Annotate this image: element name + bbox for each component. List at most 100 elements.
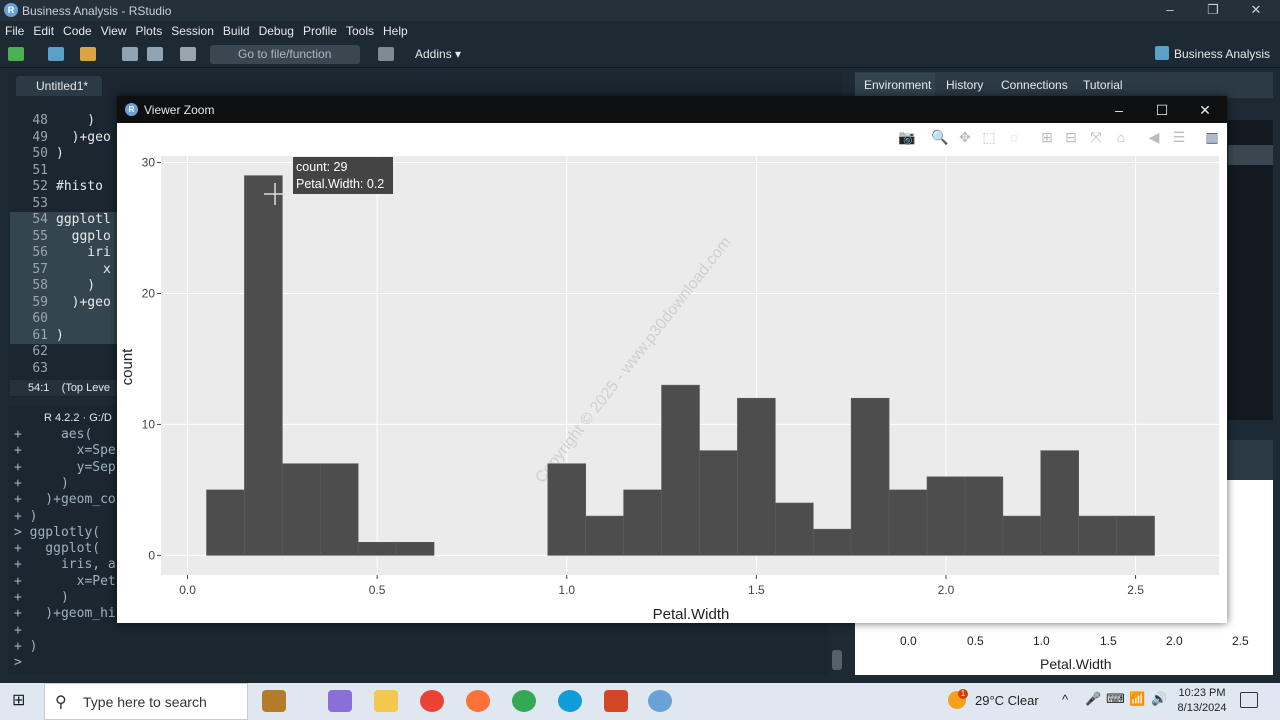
editor-tab-untitled1[interactable]: Untitled1* [16,76,102,96]
histogram-bar[interactable] [623,489,662,556]
menu-build[interactable]: Build [218,21,254,38]
new-file-icon[interactable] [8,47,24,61]
tooltip-petal-width: Petal.Width: 0.2 [296,177,385,191]
taskbar-search-input[interactable]: Type here to search [44,683,248,720]
code-line[interactable]: 58 ) [10,278,120,295]
chrome-icon[interactable] [420,690,444,712]
console-scrollbar[interactable] [832,650,842,670]
show-hidden-icons-icon[interactable]: ^ [1062,692,1068,707]
powerpoint-icon[interactable] [604,690,628,712]
histogram-bar[interactable] [206,489,245,556]
menu-file[interactable]: File [0,21,28,38]
volume-icon[interactable]: 🔊 [1151,691,1167,707]
histogram-bar[interactable] [964,476,1004,556]
histogram-bar[interactable] [812,528,852,556]
histogram-bar[interactable] [699,450,738,556]
weather-widget[interactable]: 29°C Clear [975,693,1039,708]
code-line[interactable]: 63 [10,361,120,378]
viewer-close-button[interactable]: ✕ [1193,101,1217,119]
code-line[interactable]: 56 iri [10,245,120,262]
tab-history[interactable]: History [946,78,983,92]
menu-debug[interactable]: Debug [254,21,298,38]
copilot-icon[interactable] [328,690,352,712]
mini-plot-xlabel: Petal.Width [1040,656,1112,672]
addins-button[interactable]: Addins ▾ [415,47,461,61]
menu-code[interactable]: Code [58,21,96,38]
tab-connections[interactable]: Connections [1001,78,1068,92]
save-icon[interactable] [122,47,138,61]
goto-file-input[interactable]: Go to file/function [210,45,360,64]
tab-environment[interactable]: Environment [864,78,931,92]
code-line[interactable]: 59 )+geo [10,294,120,311]
menu-plots[interactable]: Plots [131,21,167,38]
histogram-bar[interactable] [775,502,814,556]
histogram-bar[interactable] [395,541,435,556]
wifi-icon[interactable]: 📶 [1129,691,1145,707]
histogram-bar[interactable] [357,541,397,556]
code-line[interactable]: 54 ggplotl [10,212,120,229]
code-line[interactable]: 60 [10,311,120,328]
firefox-icon[interactable] [466,690,490,712]
mini-plot-tick: 0.5 [967,634,984,648]
code-line[interactable]: 53 [10,196,120,213]
new-project-icon[interactable] [48,47,64,61]
histogram-bar[interactable] [244,175,283,556]
minimize-button[interactable]: – [1160,2,1180,18]
code-line[interactable]: 62 [10,344,120,361]
histogram-plot[interactable]: Copyright © 2025 - www.p30download.com 0… [117,123,1227,623]
scope-indicator[interactable]: (Top Leve [62,382,110,394]
close-button[interactable]: ✕ [1246,2,1266,18]
viewer-minimize-button[interactable]: – [1107,101,1131,119]
menu-view[interactable]: View [96,21,131,38]
code-line[interactable]: 52 #histo [10,179,120,196]
windows-start-icon[interactable]: ⊞ [12,692,30,710]
code-line[interactable]: 61) [10,327,120,344]
microphone-icon[interactable]: 🎤 [1085,691,1101,707]
histogram-bar[interactable] [926,476,966,556]
histogram-bar[interactable] [585,515,624,556]
line-number: 54 [32,212,48,227]
network-icon[interactable]: ⌨ [1106,691,1125,707]
edge-icon[interactable] [558,690,582,712]
histogram-bar[interactable] [319,463,359,556]
menu-tools[interactable]: Tools [341,21,378,38]
menu-edit[interactable]: Edit [28,21,58,38]
histogram-bar[interactable] [737,397,776,556]
save-all-icon[interactable] [147,47,163,61]
code-line[interactable]: 48 ) [10,113,120,130]
histogram-bar[interactable] [282,463,321,556]
taskbar-clock[interactable]: 10:23 PM 8/13/2024 [1177,686,1227,716]
tab-tutorial[interactable]: Tutorial [1083,78,1123,92]
console-line: > [14,655,22,671]
histogram-bar[interactable] [661,384,700,556]
menu-help[interactable]: Help [378,21,412,38]
viewer-maximize-button[interactable]: ☐ [1150,101,1174,119]
console-line: + ggplot( [14,541,101,557]
histogram-bar[interactable] [1002,515,1042,556]
histogram-bar[interactable] [1116,515,1155,556]
restore-button[interactable]: ❐ [1203,2,1223,18]
histogram-bar[interactable] [1040,450,1079,556]
code-line[interactable]: 55 ggplo [10,228,120,245]
histogram-bar[interactable] [1078,515,1117,556]
line-number: 61 [32,327,48,343]
menu-profile[interactable]: Profile [298,21,341,38]
notifications-icon[interactable] [1240,692,1258,708]
print-icon[interactable] [180,47,196,61]
code-text: ggplo [56,228,111,244]
file-explorer-icon[interactable] [374,690,398,712]
histogram-bar[interactable] [888,489,928,556]
code-line[interactable]: 50) [10,146,120,163]
rstudio-taskbar-icon[interactable] [648,690,672,712]
briefcase-app-icon[interactable] [262,690,286,712]
histogram-bar[interactable] [547,463,587,556]
code-line[interactable]: 49 )+geo [10,130,120,147]
code-line[interactable]: 57 x [10,261,120,278]
menu-session[interactable]: Session [166,21,218,38]
grid-layout-icon[interactable] [378,47,394,61]
code-line[interactable]: 51 [10,163,120,180]
project-menu[interactable]: Business Analysis [1174,47,1270,61]
histogram-bar[interactable] [850,397,890,556]
open-file-icon[interactable] [80,47,96,61]
chrome-profile-icon[interactable] [512,690,536,712]
